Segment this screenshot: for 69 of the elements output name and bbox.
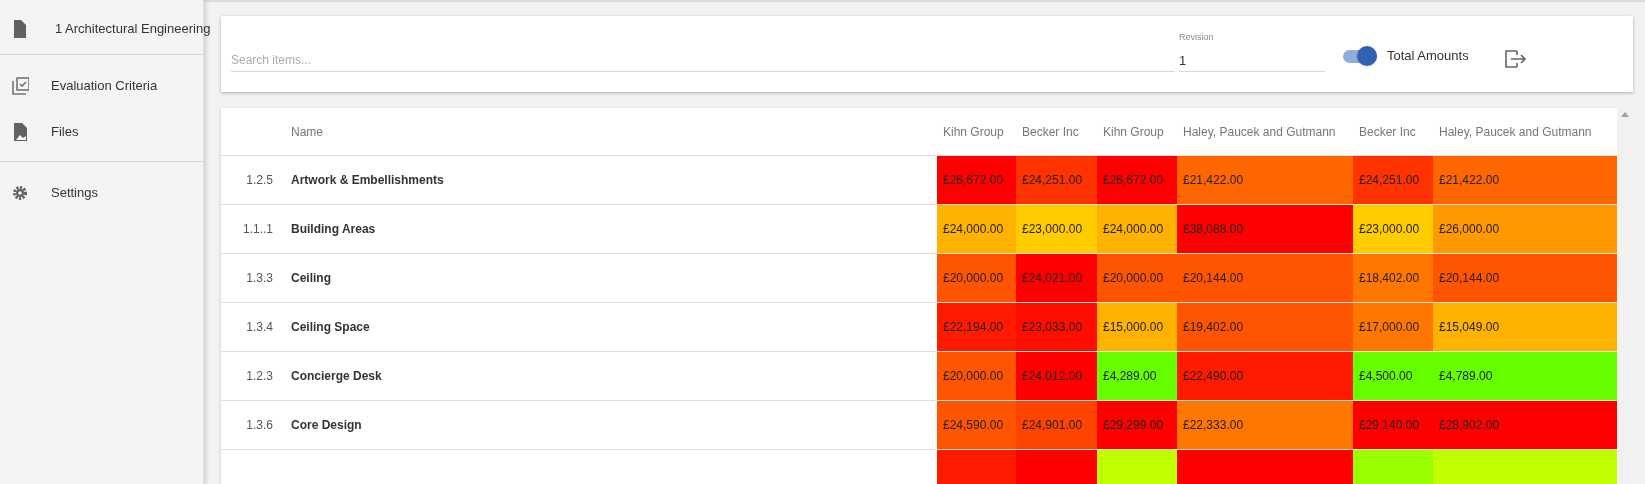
column-header[interactable]: Becker Inc <box>1022 124 1079 139</box>
toggle-switch[interactable] <box>1343 46 1377 66</box>
price-cell: £28,902.00 <box>1433 401 1617 449</box>
column-header[interactable]: Name <box>291 124 323 139</box>
price-cell: £24,012.00 <box>1016 352 1097 400</box>
price-cell: £23,000.00 <box>1353 205 1433 253</box>
price-cell: £20,000.00 <box>937 352 1016 400</box>
checklist-icon <box>12 77 29 95</box>
price-cell: £26,672.00 <box>937 156 1016 204</box>
price-cell: £26,672.00 <box>1097 156 1177 204</box>
column-header[interactable]: Becker Inc <box>1359 124 1416 139</box>
row-number: 1.3.6 <box>246 417 273 434</box>
price-cell: £4,500.00 <box>1353 352 1433 400</box>
price-cell: £29,140.00 <box>1353 401 1433 449</box>
export-icon[interactable] <box>1504 50 1527 68</box>
sidebar-item[interactable]: Settings <box>51 183 98 203</box>
item-name: Core Design <box>291 417 362 434</box>
price-cell: £24,901.00 <box>1016 401 1097 449</box>
sidebar-item[interactable]: Files <box>51 122 79 142</box>
item-name: Ceiling <box>291 270 331 287</box>
price-cell: £19,402.00 <box>1177 303 1353 351</box>
sidebar-item[interactable]: 1 Architectural Engineering <box>55 19 211 39</box>
price-cell: £22,194.00 <box>937 303 1016 351</box>
price-cell: £24,251.00 <box>1353 156 1433 204</box>
price-cell: £22,333.00 <box>1177 401 1353 449</box>
column-header[interactable]: Kihn Group <box>1103 124 1164 139</box>
file-icon <box>12 123 29 141</box>
price-cell: £29,299.00 <box>1097 401 1177 449</box>
price-cell: £23,000.00 <box>1016 205 1097 253</box>
price-cell: £18,402.00 <box>1353 254 1433 302</box>
price-cell: £20,000.00 <box>937 254 1016 302</box>
price-cell: £24,021.00 <box>1016 254 1097 302</box>
sidebar-item[interactable]: Evaluation Criteria <box>51 76 158 96</box>
toggle-label: Total Amounts <box>1387 47 1469 66</box>
row-number: 1.1..1 <box>242 221 273 238</box>
column-header[interactable]: Haley, Paucek and Gutmann <box>1183 124 1336 139</box>
price-cell: £15,049.00 <box>1433 303 1617 351</box>
price-cell: £20,144.00 <box>1177 254 1353 302</box>
price-cell: £38,088.00 <box>1177 205 1353 253</box>
column-header[interactable]: Haley, Paucek and Gutmann <box>1439 124 1592 139</box>
row-number: 1.2.3 <box>246 368 273 385</box>
price-cell: £23,033.00 <box>1016 303 1097 351</box>
row-number: 1.2.5 <box>246 172 273 189</box>
field-label: Revision <box>1179 30 1214 44</box>
price-cell: £20,000.00 <box>1097 254 1177 302</box>
price-cell: £21,422.00 <box>1433 156 1617 204</box>
price-cell: £24,000.00 <box>937 205 1016 253</box>
price-cell: £4,289.00 <box>1097 352 1177 400</box>
item-name: Concierge Desk <box>291 368 382 385</box>
price-cell: £17,000.00 <box>1353 303 1433 351</box>
price-cell: £26,000.00 <box>1433 205 1617 253</box>
item-name: Ceiling Space <box>291 319 370 336</box>
item-name: Building Areas <box>291 221 376 238</box>
column-header[interactable]: Kihn Group <box>943 124 1004 139</box>
price-cell: £4,789.00 <box>1433 352 1617 400</box>
price-cell: £24,251.00 <box>1016 156 1097 204</box>
price-cell: £21,422.00 <box>1177 156 1353 204</box>
gear-icon <box>12 184 29 202</box>
search-field[interactable]: Search items... <box>231 48 1175 72</box>
row-number: 1.3.3 <box>246 270 273 287</box>
price-cell: £22,490.00 <box>1177 352 1353 400</box>
price-cell: £20,144.00 <box>1433 254 1617 302</box>
revision-field[interactable]: 1 <box>1179 50 1325 72</box>
document-icon <box>12 20 29 38</box>
price-cell: £24,000.00 <box>1097 205 1177 253</box>
row-number: 1.3.4 <box>246 319 273 336</box>
item-name: Artwork & Embellishments <box>291 172 444 189</box>
price-cell: £15,000.00 <box>1097 303 1177 351</box>
price-cell: £24,590.00 <box>937 401 1016 449</box>
